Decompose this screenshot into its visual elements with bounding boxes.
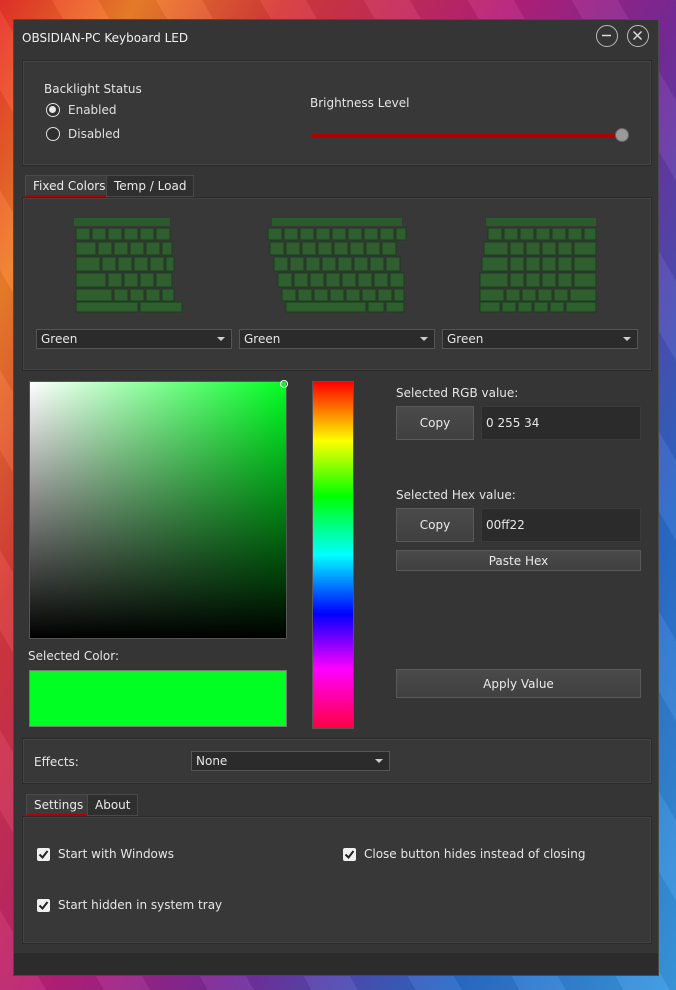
zone-center-color-value: Green xyxy=(244,332,281,346)
checkmark-icon xyxy=(38,900,49,910)
close-hides-label: Close button hides instead of closing xyxy=(364,847,586,861)
status-bar xyxy=(14,953,658,975)
chevron-down-icon xyxy=(623,337,631,341)
close-hides-checkbox[interactable]: Close button hides instead of closing xyxy=(343,847,585,861)
app-window: OBSIDIAN-PC Keyboard LED Backlight Statu… xyxy=(13,19,659,976)
zone-left-color-value: Green xyxy=(41,332,78,346)
selected-color-label: Selected Color: xyxy=(28,649,119,663)
tab-about[interactable]: About xyxy=(87,794,139,816)
window-title: OBSIDIAN-PC Keyboard LED xyxy=(22,31,189,45)
enabled-radio[interactable]: Enabled xyxy=(46,103,117,117)
apply-value-button[interactable]: Apply Value xyxy=(396,669,641,698)
brightness-slider-track[interactable] xyxy=(311,134,623,138)
paste-hex-button-label: Paste Hex xyxy=(488,553,549,568)
copy-rgb-button-label: Copy xyxy=(419,416,451,430)
start-hidden-label: Start hidden in system tray xyxy=(58,898,223,912)
close-icon xyxy=(632,30,643,41)
checkmark-icon xyxy=(38,849,49,859)
close-hides-checkbox-box[interactable] xyxy=(343,847,356,861)
tab-fixed-colors-label: Fixed Colors xyxy=(33,178,106,193)
keyboard-zone-right-image xyxy=(479,218,597,313)
copy-hex-button[interactable]: Copy xyxy=(396,508,474,542)
chevron-down-icon xyxy=(217,337,225,341)
backlight-panel xyxy=(22,60,652,166)
effects-value: None xyxy=(196,754,228,768)
enabled-radio-label: Enabled xyxy=(68,103,117,117)
title-bar[interactable]: OBSIDIAN-PC Keyboard LED xyxy=(14,20,658,58)
effects-select[interactable]: None xyxy=(191,751,390,771)
zone-right-color-select[interactable]: Green xyxy=(442,329,638,349)
start-with-windows-checkbox[interactable]: Start with Windows xyxy=(37,847,174,861)
disabled-radio-indicator[interactable] xyxy=(46,127,60,141)
rgb-value-text: 0 255 34 xyxy=(486,416,540,430)
color-picker-cursor[interactable] xyxy=(280,380,288,388)
start-with-windows-checkbox-box[interactable] xyxy=(37,847,50,861)
rgb-value-field[interactable]: 0 255 34 xyxy=(481,406,641,440)
color-picker-area[interactable] xyxy=(29,381,287,639)
start-hidden-checkbox-box[interactable] xyxy=(37,898,50,912)
tab-temp-load-label: Temp / Load xyxy=(114,179,187,193)
tab-fixed-colors[interactable]: Fixed Colors xyxy=(25,175,114,197)
hue-slider[interactable] xyxy=(312,381,354,729)
zone-left-color-select[interactable]: Green xyxy=(36,329,232,349)
copy-hex-button-label: Copy xyxy=(419,518,451,532)
minimize-icon xyxy=(602,34,611,37)
hex-value-text: 00ff22 xyxy=(486,518,525,532)
rgb-value-label: Selected RGB value: xyxy=(396,386,519,400)
minimize-button[interactable] xyxy=(596,25,618,47)
hex-value-label: Selected Hex value: xyxy=(396,488,516,502)
start-with-windows-label: Start with Windows xyxy=(58,847,174,861)
tab-temp-load[interactable]: Temp / Load xyxy=(106,175,195,197)
start-hidden-checkbox[interactable]: Start hidden in system tray xyxy=(37,898,222,912)
tab-about-label: About xyxy=(95,798,131,812)
selected-color-swatch xyxy=(29,670,287,727)
tab-settings[interactable]: Settings xyxy=(26,794,92,816)
settings-panel xyxy=(22,816,652,944)
copy-rgb-button[interactable]: Copy xyxy=(396,406,474,440)
brightness-label: Brightness Level xyxy=(310,96,410,110)
tab-settings-label: Settings xyxy=(34,797,84,812)
disabled-radio[interactable]: Disabled xyxy=(46,127,120,141)
paste-hex-button[interactable]: Paste Hex xyxy=(396,550,641,571)
keyboard-zone-left-image xyxy=(74,218,183,313)
brightness-slider-handle[interactable] xyxy=(615,128,629,142)
close-button[interactable] xyxy=(627,25,649,47)
chevron-down-icon xyxy=(420,337,428,341)
chevron-down-icon xyxy=(375,759,383,763)
disabled-radio-label: Disabled xyxy=(68,127,121,141)
keyboard-zone-center-image xyxy=(267,218,407,313)
backlight-status-label: Backlight Status xyxy=(44,82,142,96)
effects-label: Effects: xyxy=(34,755,79,769)
enabled-radio-indicator[interactable] xyxy=(46,103,60,117)
checkmark-icon xyxy=(344,849,355,859)
apply-value-button-label: Apply Value xyxy=(483,676,554,691)
zone-right-color-value: Green xyxy=(447,332,484,346)
zone-center-color-select[interactable]: Green xyxy=(239,329,435,349)
hex-value-field[interactable]: 00ff22 xyxy=(481,508,641,542)
